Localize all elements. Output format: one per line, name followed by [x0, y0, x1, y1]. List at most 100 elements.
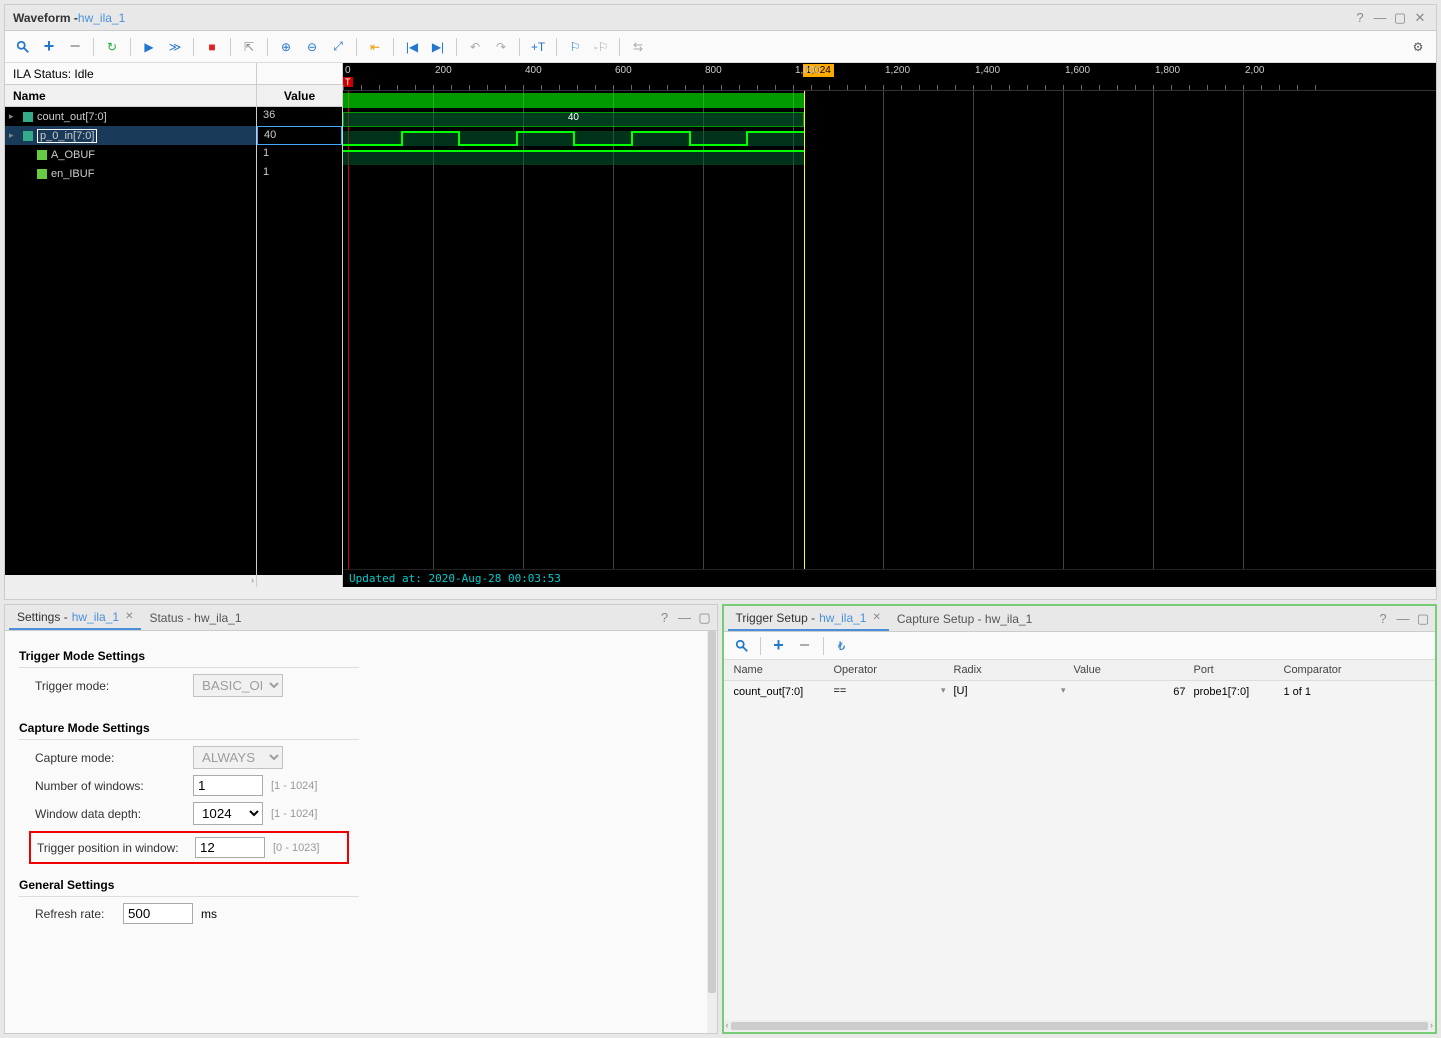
add-icon[interactable]: + — [39, 37, 59, 57]
general-section: General Settings — [19, 878, 359, 897]
capture-mode-select[interactable]: ALWAYS — [193, 746, 283, 769]
signal-value[interactable]: 36 — [257, 107, 342, 126]
trigger-mode-label: Trigger mode: — [35, 679, 185, 693]
minimize-icon[interactable]: — — [1372, 10, 1388, 26]
name-header[interactable]: Name — [5, 85, 256, 107]
num-windows-hint: [1 - 1024] — [271, 780, 317, 792]
ila-status: ILA Status: Idle — [5, 63, 256, 85]
expand-icon[interactable]: ▸ — [9, 130, 14, 141]
ruler-tick: 400 — [525, 65, 542, 76]
ruler-tick: 1,200 — [885, 65, 910, 76]
minimize-icon[interactable]: — — [677, 610, 693, 626]
refresh-input[interactable] — [123, 903, 193, 924]
export-icon[interactable]: ⇱ — [239, 37, 259, 57]
zoom-in-icon[interactable]: ⊕ — [276, 37, 296, 57]
waveform-header: Waveform - hw_ila_1 ? — ▢ ✕ — [5, 5, 1436, 31]
trigger-value-cell[interactable]: 67 — [1070, 686, 1190, 698]
signal-name: A_OBUF — [51, 149, 95, 161]
prev-marker-icon[interactable]: ⚐ — [565, 37, 585, 57]
trigger-marker[interactable]: T — [343, 77, 353, 87]
close-icon[interactable]: ✕ — [1412, 10, 1428, 26]
remove-icon[interactable]: − — [795, 636, 815, 656]
ruler-tick: 200 — [435, 65, 452, 76]
signal-name: en_IBUF — [51, 168, 94, 180]
close-tab-icon[interactable]: ✕ — [872, 612, 880, 623]
num-windows-input[interactable] — [193, 775, 263, 796]
waveform-instance-link[interactable]: hw_ila_1 — [78, 11, 125, 25]
remove-marker-icon[interactable]: -⚐ — [591, 37, 611, 57]
minimize-icon[interactable]: — — [1395, 611, 1411, 627]
signal-row[interactable]: ▸ count_out[7:0] — [5, 107, 256, 126]
maximize-icon[interactable]: ▢ — [1392, 10, 1408, 26]
signal-hscroll[interactable]: › — [5, 575, 256, 587]
expand-icon[interactable]: ▸ — [9, 111, 14, 122]
add-marker-icon[interactable]: +T — [528, 37, 548, 57]
signal-value[interactable]: 40 — [257, 126, 342, 145]
wave-footer-status: Updated at: 2020-Aug-28 00:03:53 — [343, 569, 1436, 587]
refresh-label: Refresh rate: — [35, 907, 115, 921]
ruler-tick: 2,00 — [1245, 65, 1264, 76]
ruler-tick: 1,800 — [1155, 65, 1180, 76]
close-tab-icon[interactable]: ✕ — [125, 611, 133, 622]
trigger-row[interactable]: count_out[7:0] ==▾ [U]▾ 67 probe1[7:0] 1… — [724, 681, 1436, 702]
signal-row[interactable]: A_OBUF — [5, 145, 256, 164]
trigger-hscroll[interactable]: ‹› — [724, 1020, 1436, 1032]
prev-edge-icon[interactable]: ↶ — [465, 37, 485, 57]
trigger-position-highlight: Trigger position in window: [0 - 1023] — [29, 831, 349, 864]
tab-trigger-setup[interactable]: Trigger Setup - hw_ila_1 ✕ — [728, 607, 889, 631]
bus-icon — [23, 112, 33, 122]
signal-name: p_0_in[7:0] — [37, 129, 97, 143]
trigger-tabs: Trigger Setup - hw_ila_1 ✕ Capture Setup… — [724, 606, 1436, 632]
next-edge-icon[interactable]: ↷ — [491, 37, 511, 57]
trigger-operator-select[interactable]: ==▾ — [830, 685, 950, 698]
add-icon[interactable]: + — [769, 636, 789, 656]
settings-vscroll[interactable] — [707, 631, 717, 1033]
settings-tabs: Settings - hw_ila_1 ✕ Status - hw_ila_1 … — [5, 605, 717, 631]
trigger-setup-panel: Trigger Setup - hw_ila_1 ✕ Capture Setup… — [722, 604, 1438, 1034]
maximize-icon[interactable]: ▢ — [1415, 611, 1431, 627]
waveform-toolbar: + − ↻ ▶ ≫ ■ ⇱ ⊕ ⊖ ⤢ ⇤ |◀ ▶| ↶ ↷ +T ⚐ -⚐ … — [5, 31, 1436, 63]
search-icon[interactable] — [732, 636, 752, 656]
help-icon[interactable]: ? — [1352, 10, 1368, 26]
settings-panel: Settings - hw_ila_1 ✕ Status - hw_ila_1 … — [4, 604, 718, 1034]
tab-capture-setup[interactable]: Capture Setup - hw_ila_1 — [889, 608, 1040, 630]
capture-mode-section: Capture Mode Settings — [19, 721, 359, 740]
stop-icon[interactable]: ■ — [202, 37, 222, 57]
tab-status[interactable]: Status - hw_ila_1 — [141, 607, 249, 629]
refresh-unit: ms — [201, 907, 217, 921]
maximize-icon[interactable]: ▢ — [697, 610, 713, 626]
refresh-icon[interactable]: ↻ — [102, 37, 122, 57]
value-header[interactable]: Value — [257, 85, 342, 107]
signal-value[interactable]: 1 — [257, 164, 342, 183]
help-icon[interactable]: ? — [1375, 611, 1391, 627]
waveform-display[interactable]: T 1,024 02004006008001,0001,2001,4001,60… — [343, 63, 1436, 587]
signal-value[interactable]: 1 — [257, 145, 342, 164]
signal-row[interactable]: ▸ p_0_in[7:0] — [5, 126, 256, 145]
ruler-tick: 800 — [705, 65, 722, 76]
depth-label: Window data depth: — [35, 807, 185, 821]
trigger-mode-select[interactable]: BASIC_ONLY — [193, 674, 283, 697]
zoom-out-icon[interactable]: ⊖ — [302, 37, 322, 57]
help-icon[interactable]: ? — [657, 610, 673, 626]
zoom-fit-icon[interactable]: ⤢ — [328, 37, 348, 57]
gear-icon[interactable]: ⚙ — [1408, 37, 1428, 57]
trigger-radix-select[interactable]: [U]▾ — [950, 685, 1070, 698]
go-to-end-icon[interactable]: ▶| — [428, 37, 448, 57]
search-icon[interactable] — [13, 37, 33, 57]
trigpos-hint: [0 - 1023] — [273, 842, 319, 854]
trigpos-input[interactable] — [195, 837, 265, 858]
toggle-icon[interactable]: ₺ — [832, 636, 852, 656]
remove-icon[interactable]: − — [65, 37, 85, 57]
signal-value-column: Value 364011 — [257, 63, 343, 587]
go-to-start-icon[interactable]: |◀ — [402, 37, 422, 57]
depth-select[interactable]: 1024 — [193, 802, 263, 825]
wire-icon — [37, 169, 47, 179]
swap-icon[interactable]: ⇆ — [628, 37, 648, 57]
fast-forward-icon[interactable]: ≫ — [165, 37, 185, 57]
value-hscroll[interactable] — [257, 575, 342, 587]
play-icon[interactable]: ▶ — [139, 37, 159, 57]
signal-row[interactable]: en_IBUF — [5, 164, 256, 183]
signal-name: count_out[7:0] — [37, 111, 107, 123]
tab-settings[interactable]: Settings - hw_ila_1 ✕ — [9, 606, 141, 630]
go-to-cursor-icon[interactable]: ⇤ — [365, 37, 385, 57]
